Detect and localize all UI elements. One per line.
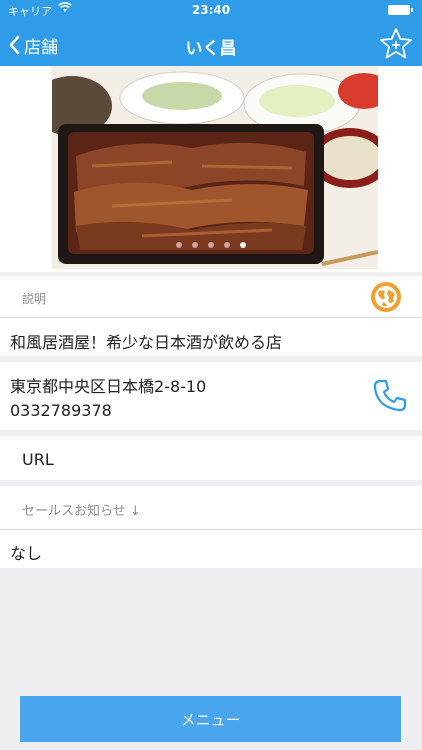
url-card[interactable]: URL [0,436,422,480]
page-dot[interactable] [240,242,246,248]
address-text[interactable]: 東京都中央区日本橋2-8-10 [10,373,206,397]
website-button[interactable] [370,281,402,313]
photo-carousel[interactable] [0,66,422,272]
food-photo [52,66,378,269]
status-bar: キャリア 23:40 [0,0,422,20]
clock: 23:40 [191,3,231,17]
page-dot[interactable] [224,242,230,248]
description-label: 説明 [22,292,47,306]
sales-label: セールスお知らせ ↓ [22,504,141,519]
call-button[interactable] [372,378,408,414]
globe-icon [371,282,401,312]
page-dot[interactable] [208,242,214,248]
description-text: 和風居酒屋！希少な日本酒が飲める店 [10,333,283,352]
description-card: 説明 和風居酒屋！希少な日本酒が飲める店 [0,276,422,356]
divider [0,529,422,530]
battery-icon [388,5,413,15]
menu-button[interactable]: メニュー [20,696,401,742]
phone-icon [373,379,407,412]
phone-number[interactable]: 0332789378 [10,401,112,420]
favorite-button[interactable] [378,26,414,62]
contact-card: 東京都中央区日本橋2-8-10 0332789378 [0,362,422,430]
sales-card: セールスお知らせ ↓ なし [0,486,422,568]
star-add-icon [380,28,412,59]
page-dot[interactable] [192,242,198,248]
navigation-bar: キャリア 23:40 店舗 いく昌 [0,0,422,66]
sales-text: なし [10,544,43,563]
page-title: いく昌 [185,39,237,59]
page-dot[interactable] [176,242,182,248]
url-label: URL [22,450,54,469]
menu-button-label: メニュー [180,710,241,729]
divider [0,317,422,318]
page-indicator[interactable] [0,242,422,248]
